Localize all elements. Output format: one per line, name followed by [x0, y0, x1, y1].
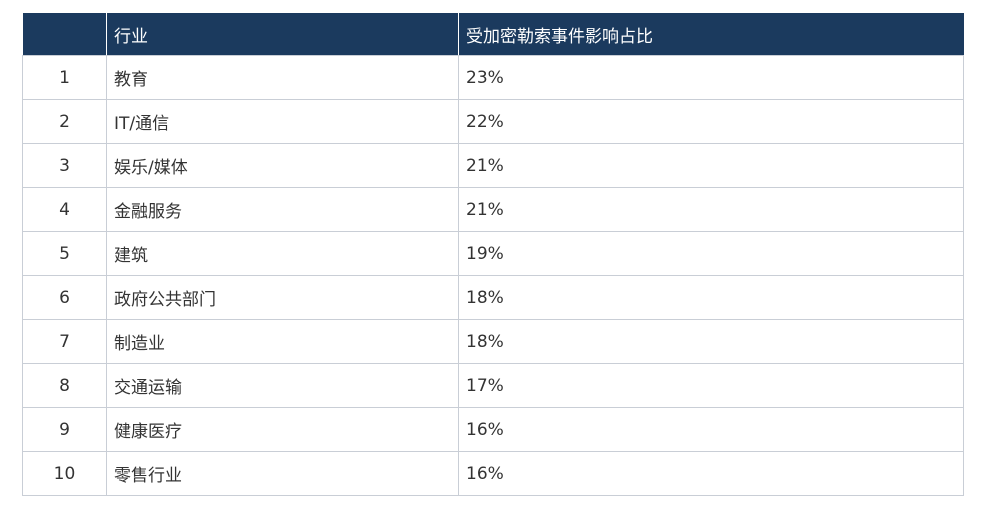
table-row: 4 金融服务 21% [22, 187, 964, 232]
table-row: 2 IT/通信 22% [22, 99, 964, 144]
industry-cell: 零售行业 [106, 451, 459, 496]
industry-cell: 交通运输 [106, 363, 459, 408]
share-cell: 17% [458, 363, 964, 408]
industry-cell: 健康医疗 [106, 407, 459, 452]
industry-cell: 娱乐/媒体 [106, 143, 459, 188]
rank-cell: 4 [22, 187, 107, 232]
header-industry: 行业 [106, 13, 459, 56]
industry-cell: 政府公共部门 [106, 275, 459, 320]
rank-cell: 1 [22, 55, 107, 100]
table-row: 3 娱乐/媒体 21% [22, 143, 964, 188]
share-cell: 19% [458, 231, 964, 276]
rank-cell: 10 [22, 451, 107, 496]
rank-cell: 3 [22, 143, 107, 188]
table-row: 7 制造业 18% [22, 319, 964, 364]
header-share: 受加密勒索事件影响占比 [458, 13, 964, 56]
share-cell: 18% [458, 319, 964, 364]
rank-cell: 6 [22, 275, 107, 320]
share-cell: 21% [458, 143, 964, 188]
rank-cell: 7 [22, 319, 107, 364]
industry-cell: IT/通信 [106, 99, 459, 144]
industry-cell: 建筑 [106, 231, 459, 276]
industry-cell: 教育 [106, 55, 459, 100]
table-header-row: 行业 受加密勒索事件影响占比 [22, 13, 964, 56]
table-row: 1 教育 23% [22, 55, 964, 100]
table-row: 8 交通运输 17% [22, 363, 964, 408]
industry-cell: 金融服务 [106, 187, 459, 232]
table-row: 9 健康医疗 16% [22, 407, 964, 452]
share-cell: 22% [458, 99, 964, 144]
ransomware-industry-table: 行业 受加密勒索事件影响占比 1 教育 23% 2 IT/通信 22% 3 娱乐… [22, 13, 964, 496]
share-cell: 23% [458, 55, 964, 100]
industry-cell: 制造业 [106, 319, 459, 364]
ransomware-industry-table-container: 行业 受加密勒索事件影响占比 1 教育 23% 2 IT/通信 22% 3 娱乐… [22, 13, 964, 496]
share-cell: 18% [458, 275, 964, 320]
rank-cell: 8 [22, 363, 107, 408]
table-row: 6 政府公共部门 18% [22, 275, 964, 320]
table-row: 10 零售行业 16% [22, 451, 964, 496]
rank-cell: 2 [22, 99, 107, 144]
share-cell: 16% [458, 451, 964, 496]
rank-cell: 5 [22, 231, 107, 276]
share-cell: 16% [458, 407, 964, 452]
header-rank [22, 13, 107, 56]
rank-cell: 9 [22, 407, 107, 452]
share-cell: 21% [458, 187, 964, 232]
table-row: 5 建筑 19% [22, 231, 964, 276]
